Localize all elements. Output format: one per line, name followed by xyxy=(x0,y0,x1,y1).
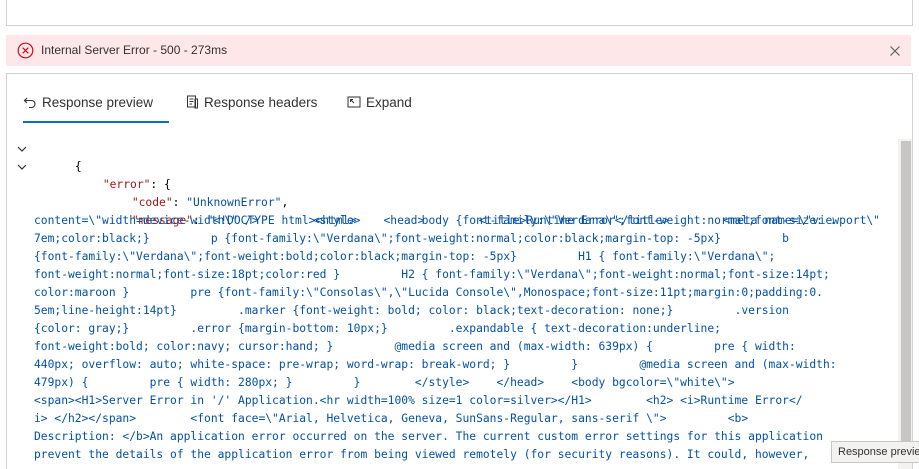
tab-response-preview[interactable]: Response preview xyxy=(23,88,169,123)
response-panel: Response preview Response headers Expand xyxy=(6,73,913,469)
tab-response-headers[interactable]: Response headers xyxy=(185,88,317,116)
code-line: font-weight:normal;font-size:18pt;color:… xyxy=(34,268,830,281)
tab-list: Response preview Response headers Expand xyxy=(19,88,412,124)
tab-label: Expand xyxy=(366,94,412,110)
code-line: <span><H1>Server Error in '/' Applicatio… xyxy=(34,394,803,407)
code-line: font-weight:bold; color:navy; cursor:han… xyxy=(34,340,796,353)
scrollbar-thumb[interactable] xyxy=(901,141,911,441)
expand-button[interactable]: Expand xyxy=(347,88,412,116)
code-line: 7em;color:black;} p {font-family:\"Verda… xyxy=(34,232,789,245)
close-button[interactable] xyxy=(885,41,905,61)
expand-icon xyxy=(347,96,361,108)
code-line: 5em;line-height:14pt} .marker {font-weig… xyxy=(34,304,789,317)
code-line: {font-family:\"Verdana\";font-weight:bol… xyxy=(34,250,776,263)
code-line: 479px) { pre { width: 280px; } } </style… xyxy=(34,376,735,389)
chevron-down-icon[interactable] xyxy=(16,161,28,173)
document-icon xyxy=(187,95,198,109)
tooltip: Response preview xyxy=(831,441,919,463)
json-viewer[interactable]: { "error": { "code": "UnknownError", "me… xyxy=(7,132,898,469)
undo-arrow-icon xyxy=(23,97,36,109)
code-line: content=\"width=device-width\" /> <style… xyxy=(34,214,837,227)
code-line: {color: gray;} .error {margin-bottom: 10… xyxy=(34,322,721,335)
error-circle-icon xyxy=(17,42,34,59)
vertical-scrollbar[interactable] xyxy=(898,139,912,469)
tab-label: Response headers xyxy=(204,94,318,110)
top-panel xyxy=(6,0,913,26)
code-line: Description: </b>An application error oc… xyxy=(34,430,823,443)
chevron-down-icon[interactable] xyxy=(16,143,28,155)
close-icon xyxy=(890,46,900,56)
error-message: Internal Server Error - 500 - 273ms xyxy=(41,43,228,57)
code-line: 440px; overflow: auto; white-space: pre-… xyxy=(34,358,837,371)
code-line: prevent the details of the application e… xyxy=(34,448,810,461)
error-banner: Internal Server Error - 500 - 273ms xyxy=(6,35,911,66)
code-line: color:maroon } pre {font-family:\"Consol… xyxy=(34,286,823,299)
code-line: i> </h2></span> <font face=\"Arial, Helv… xyxy=(34,412,749,425)
tab-label: Response preview xyxy=(42,94,154,110)
